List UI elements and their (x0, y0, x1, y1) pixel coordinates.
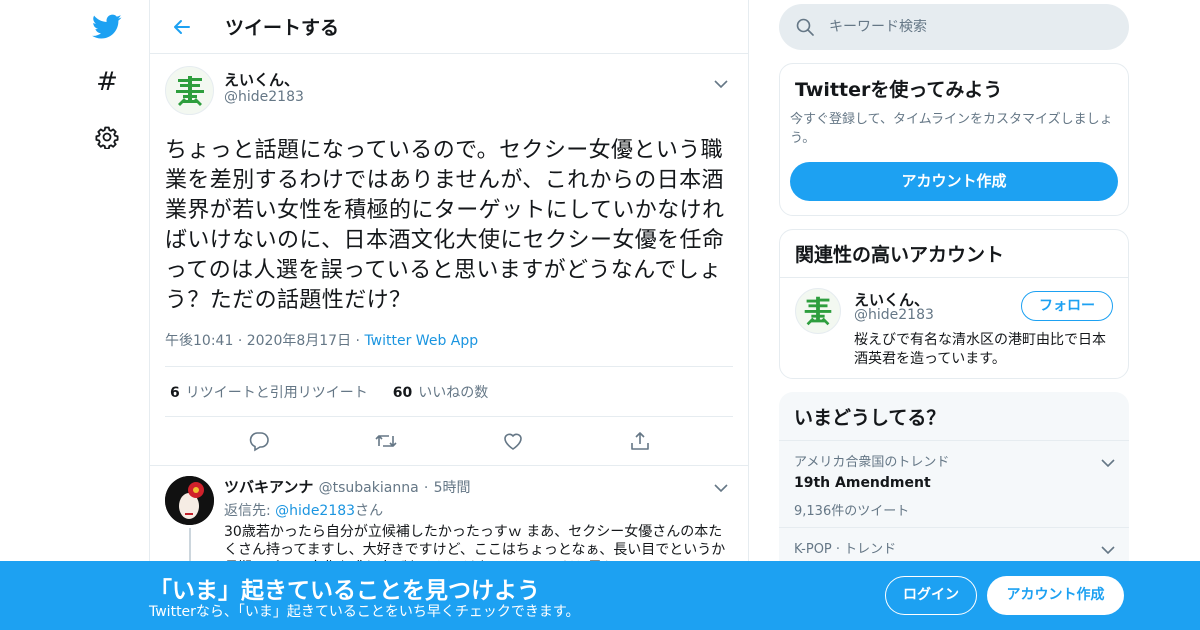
tweet-time[interactable]: 午後10:41 (165, 333, 233, 349)
chevron-down-icon[interactable] (1101, 453, 1115, 472)
login-button[interactable]: ログイン (885, 576, 977, 615)
avatar[interactable] (795, 288, 841, 334)
chevron-down-icon[interactable] (711, 74, 731, 94)
arrow-left-icon[interactable] (167, 12, 197, 42)
chevron-down-icon[interactable] (711, 478, 731, 498)
reply-to-line: 返信先: @hide2183さん (224, 500, 733, 520)
author-handle[interactable]: @hide2183 (224, 89, 304, 105)
retweets-stat[interactable]: 6 リツイートと引用リツイート (170, 382, 368, 402)
author-name[interactable]: えいくん、 (224, 69, 299, 90)
related-account-bio: 桜えびで有名な清水区の港町由比で日本酒英君を造っています。 (854, 332, 1106, 367)
tweet-date[interactable]: 2020年8月17日 (247, 333, 351, 349)
reply-to-handle-link[interactable]: @hide2183 (275, 503, 355, 519)
reply-avatar[interactable] (165, 476, 214, 525)
hashtag-icon[interactable]: # (92, 67, 122, 97)
twitter-bird-icon[interactable] (92, 12, 122, 42)
search-icon (794, 16, 816, 38)
tweet-actions (165, 417, 733, 465)
tweet-timestamp: 午後10:41 · 2020年8月17日 · Twitter Web App (165, 330, 733, 367)
reply-icon[interactable] (244, 426, 274, 456)
tweet: えいくん、 @hide2183 ちょっと話題になっているので。セクシー女優という… (150, 54, 748, 465)
tweet-text: ちょっと話題になっているので。セクシー女優という職業を差別するわけではありません… (165, 138, 725, 313)
share-icon[interactable] (625, 426, 655, 456)
signup-card-description: 今すぐ登録して、タイムラインをカスタマイズしましょう。 (790, 112, 1113, 146)
avatar[interactable] (165, 66, 214, 115)
search-input[interactable] (829, 19, 1099, 35)
tweet-header: えいくん、 @hide2183 (165, 66, 733, 122)
tweet-stats: 6 リツイートと引用リツイート 60 いいねの数 (165, 367, 733, 417)
reply-header: ツバキアンナ @tsubakianna · 5時間 (224, 476, 733, 497)
trends-card-title: いまどうしてる？ (779, 392, 1129, 441)
signup-card: Twitterを使ってみよう 今すぐ登録して、タイムラインをカスタマイズしましょ… (779, 63, 1129, 216)
main-column: ツイートする えいくん、 @hide2183 ちょっと話題になっているので。セク… (149, 0, 749, 630)
follow-button[interactable]: フォロー (1021, 291, 1113, 321)
banner-subtitle: Twitterなら、「いま」起きていることをいち早くチェックできます。 (149, 604, 580, 620)
create-account-button[interactable]: アカウント作成 (790, 162, 1118, 201)
likes-count: 60 (392, 384, 413, 401)
meta-separator: · (423, 480, 429, 496)
reply-time[interactable]: 5時間 (434, 480, 471, 496)
retweets-label: リツイートと引用リツイート (185, 384, 368, 401)
meta-separator: · (237, 333, 243, 349)
likes-stat[interactable]: 60 いいねの数 (393, 382, 488, 402)
trend-context: アメリカ合衆国のトレンド (794, 455, 950, 470)
related-card-title: 関連性の高いアカウント (780, 230, 1128, 278)
like-icon[interactable] (498, 426, 528, 456)
trend-context: K-POP · トレンド (794, 542, 897, 557)
banner-title: 「いま」起きていることを見つけよう (149, 578, 540, 604)
eikun-logo-icon (804, 296, 832, 326)
trend-name: 19th Amendment (794, 475, 931, 491)
likes-label: いいねの数 (418, 384, 489, 401)
signup-card-title: Twitterを使ってみよう (795, 79, 1003, 101)
reply-avatar-image (165, 476, 214, 525)
related-account[interactable]: えいくん、 @hide2183 フォロー 桜えびで有名な清水区の港町由比で日本酒… (780, 278, 1128, 378)
trend-count: 9,136件のツイート (794, 504, 910, 519)
reply-author-name[interactable]: ツバキアンナ (224, 478, 313, 496)
search-box[interactable] (779, 4, 1129, 50)
retweets-count: 6 (170, 384, 180, 401)
signup-button[interactable]: アカウント作成 (987, 576, 1124, 615)
main-header: ツイートする (150, 0, 748, 54)
reply-to-prefix: 返信先: (224, 503, 271, 519)
chevron-down-icon[interactable] (1101, 540, 1115, 559)
retweet-icon[interactable] (371, 426, 401, 456)
related-accounts-card: 関連性の高いアカウント えいくん、 @hide2183 フォロー 桜えびで有名な… (779, 229, 1129, 379)
right-sidebar: Twitterを使ってみよう 今すぐ登録して、タイムラインをカスタマイズしましょ… (779, 0, 1129, 615)
left-nav: # (80, 0, 140, 630)
reply-to-suffix: さん (355, 503, 384, 519)
reply-author-handle[interactable]: @tsubakianna (319, 480, 419, 496)
tweet-source-link[interactable]: Twitter Web App (364, 333, 478, 349)
trend-item[interactable]: アメリカ合衆国のトレンド 19th Amendment 9,136件のツイート (779, 441, 1129, 528)
gear-icon[interactable] (92, 122, 122, 152)
eikun-logo-icon (175, 75, 204, 106)
meta-separator: · (355, 333, 360, 349)
related-account-handle[interactable]: @hide2183 (854, 307, 934, 323)
page-title: ツイートする (225, 17, 340, 39)
login-banner: 「いま」起きていることを見つけよう Twitterなら、「いま」起きていることを… (0, 561, 1200, 630)
